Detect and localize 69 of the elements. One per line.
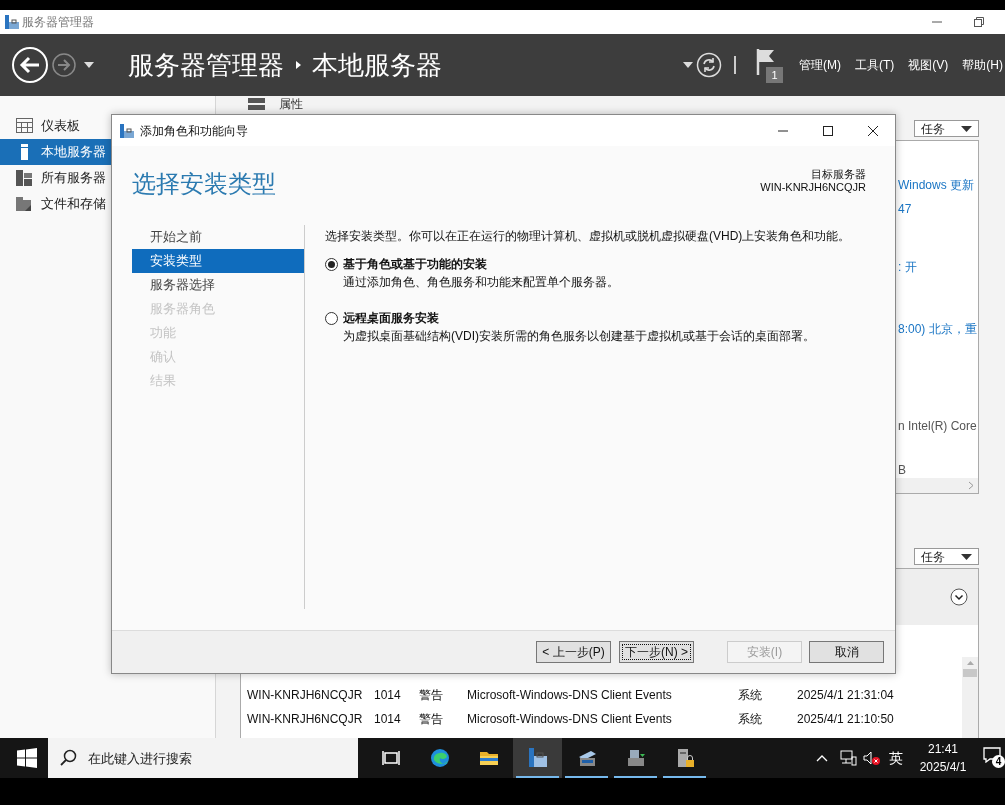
wizard-step[interactable]: 服务器选择 (132, 273, 304, 297)
wizard-step[interactable]: 开始之前 (132, 225, 304, 249)
back-icon[interactable] (11, 46, 49, 84)
menu-item[interactable]: 工具(T) (855, 56, 895, 74)
close-icon[interactable] (867, 124, 879, 137)
volume-muted-icon[interactable] (863, 750, 881, 766)
table-cell-text: Microsoft-Windows-DNS Client Events (467, 711, 673, 728)
table-cell-text: 2025/4/1 21:10:50 (797, 711, 895, 728)
windows-icon[interactable] (17, 748, 37, 768)
server-manager-icon[interactable] (513, 738, 562, 778)
radio-option[interactable]: 远程桌面服务安装 (325, 309, 851, 327)
wizard-button[interactable]: < 上一步(P) (536, 641, 611, 663)
grid-icon (16, 118, 33, 134)
window-title: 服务器管理器 (22, 14, 94, 31)
dropdown-icon[interactable] (683, 62, 693, 68)
expand-icon[interactable] (950, 588, 968, 606)
breadcrumb-item[interactable]: 服务器管理器 (128, 45, 284, 85)
app-icon (119, 122, 135, 139)
menu-item[interactable]: 帮助(H) (962, 56, 1003, 74)
table-cell-text: 2025/4/1 21:31:04 (797, 687, 895, 704)
clock[interactable]: 21:41 2025/4/1 (911, 740, 975, 776)
property-value: B (897, 462, 907, 478)
folder-icon (16, 196, 33, 212)
property-value: n Intel(R) Core (897, 418, 978, 434)
table-cell-text: 系统 (738, 687, 763, 704)
app-icon (4, 14, 20, 30)
tasks-button[interactable]: 任务 (914, 120, 979, 137)
option-description: 为虚拟桌面基础结构(VDI)安装所需的角色服务以创建基于虚拟机或基于会话的桌面部署。 (342, 328, 816, 345)
target-server-name: WIN-KNRJH6NCQJR (760, 181, 866, 194)
table-cell-text: 警告 (419, 711, 444, 728)
target-label: 目标服务器 (811, 168, 866, 181)
caret-icon (961, 553, 972, 560)
table-cell-text: Microsoft-Windows-DNS Client Events (467, 687, 673, 704)
table-cell-text: 1014 (374, 687, 402, 704)
menu-item[interactable]: 管理(M) (799, 56, 841, 74)
search-icon[interactable] (60, 749, 77, 766)
section-title: 属性 (279, 98, 303, 111)
search-field[interactable]: 在此键入进行搜索 (48, 738, 358, 778)
restore-icon[interactable] (973, 16, 985, 28)
refresh-icon[interactable] (696, 52, 722, 78)
radio-option[interactable]: 基于角色或基于功能的安装 (325, 255, 851, 273)
notification-badge: 1 (766, 67, 783, 83)
chevron-up-icon[interactable] (816, 754, 828, 762)
forward-icon[interactable] (51, 52, 77, 78)
input-language[interactable]: 英 (889, 747, 903, 769)
servers-icon (16, 170, 33, 186)
wizard-step[interactable]: 安装类型 (132, 249, 304, 273)
caret-icon (961, 125, 972, 132)
maximize-icon[interactable] (822, 124, 834, 137)
tasks-button[interactable]: 任务 (914, 548, 979, 565)
table-cell-text: 系统 (738, 711, 763, 728)
dropdown-icon[interactable] (83, 61, 95, 69)
network-icon[interactable] (840, 750, 857, 766)
table-cell-text: WIN-KNRJH6NCQJR (247, 711, 364, 728)
wizard-button[interactable]: 取消 (809, 641, 884, 663)
scrollbar-thumb[interactable] (963, 669, 977, 677)
option-description: 通过添加角色、角色服务和功能来配置单个服务器。 (342, 274, 620, 291)
page-heading: 选择安装类型 (132, 169, 276, 199)
menu-item[interactable]: 视图(V) (908, 56, 949, 74)
table-cell-text: 1014 (374, 711, 402, 728)
table-cell-text: 警告 (419, 687, 444, 704)
vertical-scrollbar[interactable] (962, 657, 978, 738)
table-cell-text: WIN-KNRJH6NCQJR (247, 687, 364, 704)
wizard-button[interactable]: 下一步(N) > (619, 641, 694, 663)
notification-count: 4 (992, 755, 1005, 768)
instructions-text: 选择安装类型。你可以在正在运行的物理计算机、虚拟机或脱机虚拟硬盘(VHD)上安装角色和功能。 (325, 228, 851, 245)
breadcrumb-item: 本地服务器 (312, 48, 442, 82)
dialog-title: 添加角色和功能向导 (140, 122, 248, 140)
list-icon (248, 98, 265, 110)
